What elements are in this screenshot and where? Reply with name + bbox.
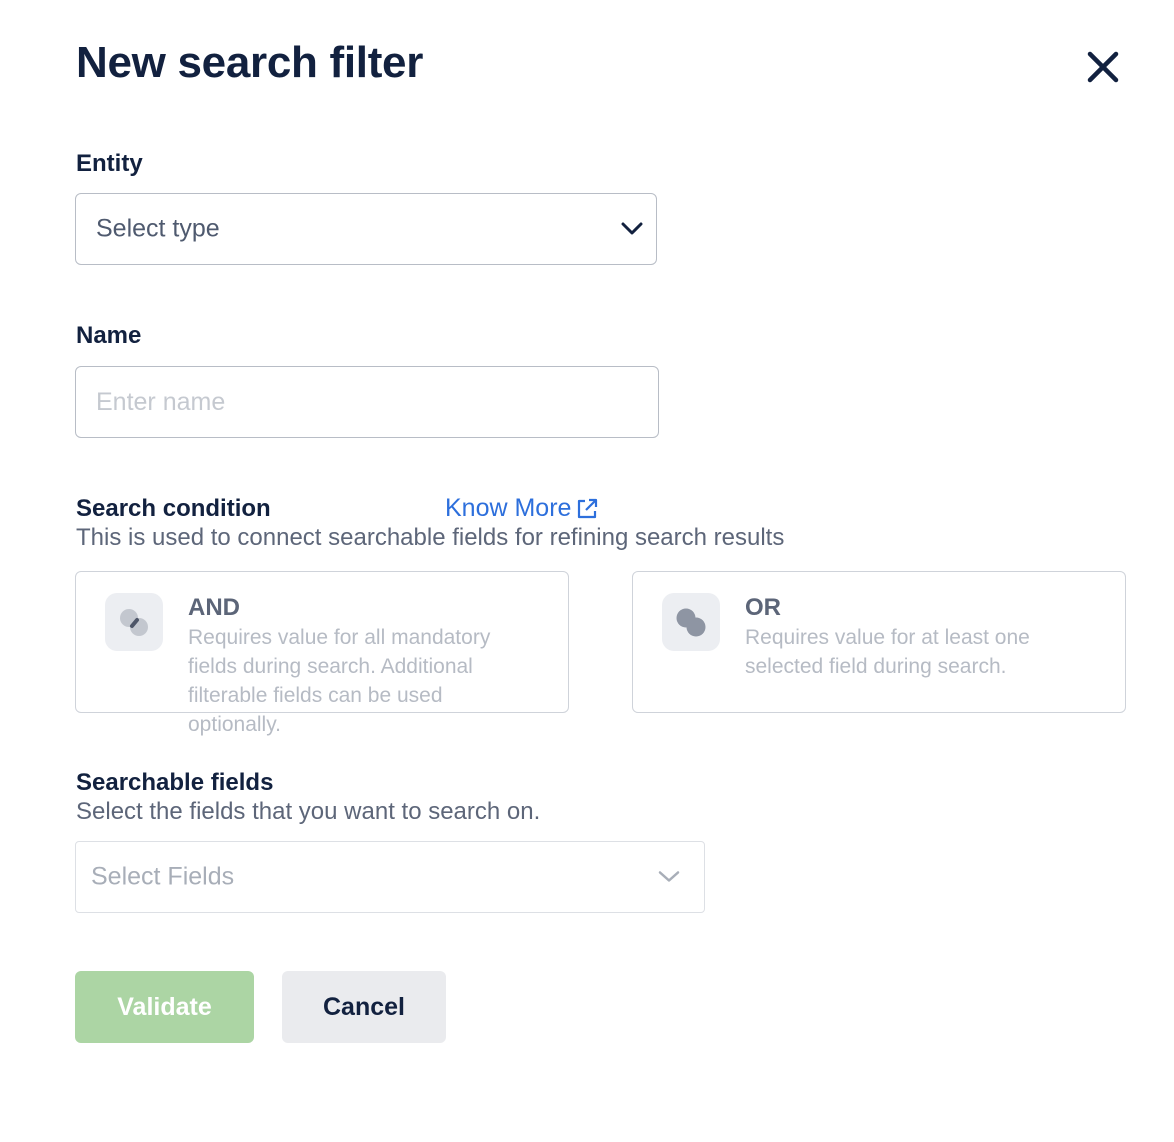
entity-label: Entity [76,150,143,177]
name-label: Name [76,322,142,349]
searchable-fields-select[interactable]: Select Fields [75,841,705,913]
search-condition-label: Search condition [76,495,271,522]
condition-option-and[interactable]: AND Requires value for all mandatory fie… [75,571,569,736]
or-condition-icon [662,593,720,651]
close-button[interactable] [1084,48,1122,86]
search-condition-description: This is used to connect searchable field… [76,524,785,551]
external-link-icon [578,498,598,518]
searchable-fields-description: Select the fields that you want to searc… [76,798,541,825]
searchable-fields-placeholder: Select Fields [91,862,235,891]
cancel-button[interactable]: Cancel [282,971,446,1043]
condition-and-description: Requires value for all mandatory fields … [188,626,491,736]
entity-type-value: Select type [96,214,220,243]
chevron-down-icon [621,222,643,235]
condition-or-title: OR [745,594,781,621]
condition-or-description: Requires value for at least one selected… [745,626,1030,678]
know-more-label: Know More [445,494,572,522]
name-input[interactable] [75,366,659,438]
condition-option-or[interactable]: OR Requires value for at least one selec… [632,571,1126,713]
and-condition-icon [105,593,163,651]
know-more-link[interactable]: Know More [445,494,599,523]
validate-button[interactable]: Validate [75,971,254,1043]
condition-and-title: AND [188,594,240,621]
dialog-title: New search filter [76,38,424,87]
entity-type-select[interactable]: Select type [75,193,657,265]
close-icon [1087,51,1119,83]
chevron-down-icon [658,871,680,882]
searchable-fields-label: Searchable fields [76,769,274,796]
